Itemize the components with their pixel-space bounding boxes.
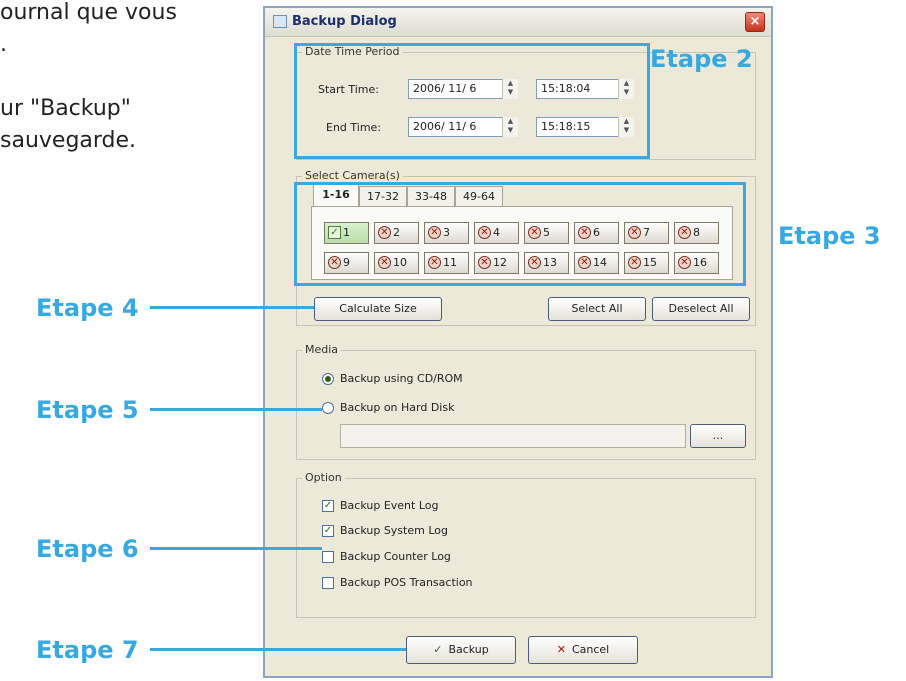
- callout-box-etape-3: [294, 182, 746, 286]
- browse-button[interactable]: ...: [690, 424, 746, 448]
- leader-line-etape-6: [150, 547, 322, 550]
- backup-path-field[interactable]: [340, 424, 686, 448]
- intro-text-line-4: sauvegarde.: [0, 128, 137, 153]
- callout-box-etape-2: [294, 43, 650, 159]
- counter-log-label: Backup Counter Log: [340, 550, 451, 563]
- intro-text-line-2: .: [0, 32, 7, 57]
- calculate-size-button[interactable]: Calculate Size: [314, 297, 442, 321]
- callout-etape-5: Etape 5: [36, 396, 139, 424]
- system-log-checkbox[interactable]: ✓: [322, 525, 334, 537]
- event-log-label: Backup Event Log: [340, 499, 439, 512]
- backup-button[interactable]: ✓ Backup: [406, 636, 516, 664]
- backup-cdrom-label: Backup using CD/ROM: [340, 372, 463, 385]
- deselect-all-button[interactable]: Deselect All: [652, 297, 750, 321]
- close-button[interactable]: ×: [745, 12, 765, 32]
- backup-harddisk-radio[interactable]: [322, 402, 334, 414]
- leader-line-etape-5: [150, 408, 322, 411]
- dialog-title: Backup Dialog: [292, 14, 397, 29]
- cancel-button[interactable]: ✕ Cancel: [528, 636, 638, 664]
- backup-button-label: Backup: [448, 643, 489, 656]
- x-icon: ✕: [556, 643, 566, 656]
- system-log-label: Backup System Log: [340, 524, 448, 537]
- title-bar[interactable]: Backup Dialog ×: [265, 8, 771, 37]
- counter-log-checkbox[interactable]: [322, 551, 334, 563]
- callout-etape-6: Etape 6: [36, 535, 139, 563]
- backup-harddisk-label: Backup on Hard Disk: [340, 401, 455, 414]
- pos-transaction-checkbox[interactable]: [322, 577, 334, 589]
- camera-group-label: Select Camera(s): [302, 169, 403, 182]
- leader-line-etape-4: [150, 306, 314, 309]
- callout-etape-7: Etape 7: [36, 636, 139, 664]
- app-icon: [273, 15, 287, 28]
- callout-etape-2: Etape 2: [650, 45, 753, 73]
- intro-text-line-3: ur "Backup": [0, 96, 131, 121]
- select-all-button[interactable]: Select All: [548, 297, 646, 321]
- pos-transaction-label: Backup POS Transaction: [340, 576, 473, 589]
- leader-line-etape-7: [150, 648, 406, 651]
- intro-text-line-1: ournal que vous: [0, 0, 177, 25]
- backup-cdrom-radio[interactable]: [322, 373, 334, 385]
- callout-etape-4: Etape 4: [36, 294, 139, 322]
- media-group-label: Media: [302, 343, 342, 356]
- check-icon: ✓: [433, 643, 443, 656]
- event-log-checkbox[interactable]: ✓: [322, 500, 334, 512]
- cancel-button-label: Cancel: [571, 643, 610, 656]
- option-group-label: Option: [302, 471, 345, 484]
- callout-etape-3: Etape 3: [778, 222, 881, 250]
